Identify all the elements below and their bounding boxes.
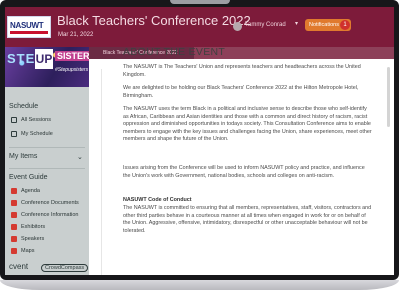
sidebar-item-label: Exhibitors	[21, 224, 46, 230]
code-of-conduct-text: The NASUWT is committed to ensuring that…	[123, 205, 372, 234]
article-paragraph: We are delighted to be holding our Black…	[123, 85, 359, 99]
crowdcompass-logo: CrowdCompass	[41, 264, 89, 272]
nasuwt-logo[interactable]: NASUWT	[7, 16, 51, 38]
event-title: Black Teachers' Conference 2022	[57, 13, 251, 28]
user-name[interactable]: Tammy Conrad	[245, 22, 286, 28]
scrollbar[interactable]	[387, 67, 390, 127]
speakers-icon	[11, 236, 17, 242]
banner-text-middle: UP	[35, 49, 53, 69]
article-title: ABOUT THE EVENT	[123, 46, 226, 58]
notifications-button[interactable]: Notifications 1	[305, 19, 351, 31]
sidebar-item-label: Speakers	[21, 236, 45, 242]
sidebar-item-conference-documents[interactable]: Conference Documents	[11, 198, 79, 208]
sidebar-item-maps[interactable]: Maps	[11, 246, 34, 256]
laptop-bezel: NASUWT Black Teachers' Conference 2022 M…	[0, 0, 399, 280]
app-header: NASUWT Black Teachers' Conference 2022 M…	[5, 7, 394, 47]
sidebar-item-label: My Schedule	[21, 131, 53, 137]
camera-notch	[170, 0, 230, 4]
banner-hashtag: #Stepupsisters	[55, 67, 89, 73]
sidebar-item-exhibitors[interactable]: Exhibitors	[11, 222, 45, 232]
exhibitors-icon	[11, 224, 17, 230]
event-guide-heading: Event Guide	[9, 174, 48, 181]
article-paragraph: Issues arising from the Conference will …	[123, 165, 365, 179]
logo-bar	[10, 31, 48, 34]
sidebar-item-agenda[interactable]: Agenda	[11, 186, 40, 196]
notifications-label: Notifications	[309, 22, 339, 28]
article-paragraph: The NASUWT uses the term Black in a poli…	[123, 106, 372, 142]
laptop-base	[0, 280, 399, 290]
my-items-heading[interactable]: My Items	[9, 153, 37, 160]
banner-text-right: SISTERS	[55, 51, 89, 61]
sidebar-item-speakers[interactable]: Speakers	[11, 234, 44, 244]
chevron-down-icon[interactable]: ▾	[295, 20, 298, 27]
sidebar-item-label: All Sessions	[21, 117, 51, 123]
sidebar-item-label: Agenda	[21, 188, 40, 194]
sidebar-item-label: Conference Documents	[21, 200, 79, 206]
laptop-screen: NASUWT Black Teachers' Conference 2022 M…	[5, 7, 394, 275]
chevron-down-icon[interactable]: ⌄	[77, 153, 83, 161]
sidebar-item-conference-information[interactable]: Conference Information	[11, 210, 78, 220]
code-of-conduct-heading: NASUWT Code of Conduct	[123, 197, 192, 203]
sidebar-item-label: Maps	[21, 248, 35, 254]
calendar-icon	[11, 131, 17, 137]
event-date: Mar 21, 2022	[58, 32, 94, 38]
article-paragraph: The NASUWT is The Teachers' Union and re…	[123, 64, 361, 78]
user-avatar[interactable]	[233, 22, 242, 31]
grid-icon	[11, 117, 17, 123]
sidebar-divider	[9, 147, 85, 148]
sidebar-item-my-schedule[interactable]: My Schedule	[11, 129, 53, 139]
sidebar-item-label: Conference Information	[21, 212, 79, 218]
agenda-icon	[11, 188, 17, 194]
step-up-sisters-banner[interactable]: STEP UP SISTERS #Stepupsisters	[5, 47, 89, 87]
sidebar-divider	[9, 168, 85, 169]
sidebar-item-all-sessions[interactable]: All Sessions	[11, 115, 51, 125]
map-icon	[11, 248, 17, 254]
info-icon	[11, 212, 17, 218]
schedule-heading: Schedule	[9, 103, 39, 110]
notifications-badge: 1	[340, 20, 350, 30]
sidebar: STEP UP SISTERS #Stepupsisters Schedule …	[5, 47, 89, 275]
document-icon	[11, 200, 17, 206]
cvent-logo: cvent	[9, 262, 29, 271]
logo-text: NASUWT	[10, 21, 44, 30]
